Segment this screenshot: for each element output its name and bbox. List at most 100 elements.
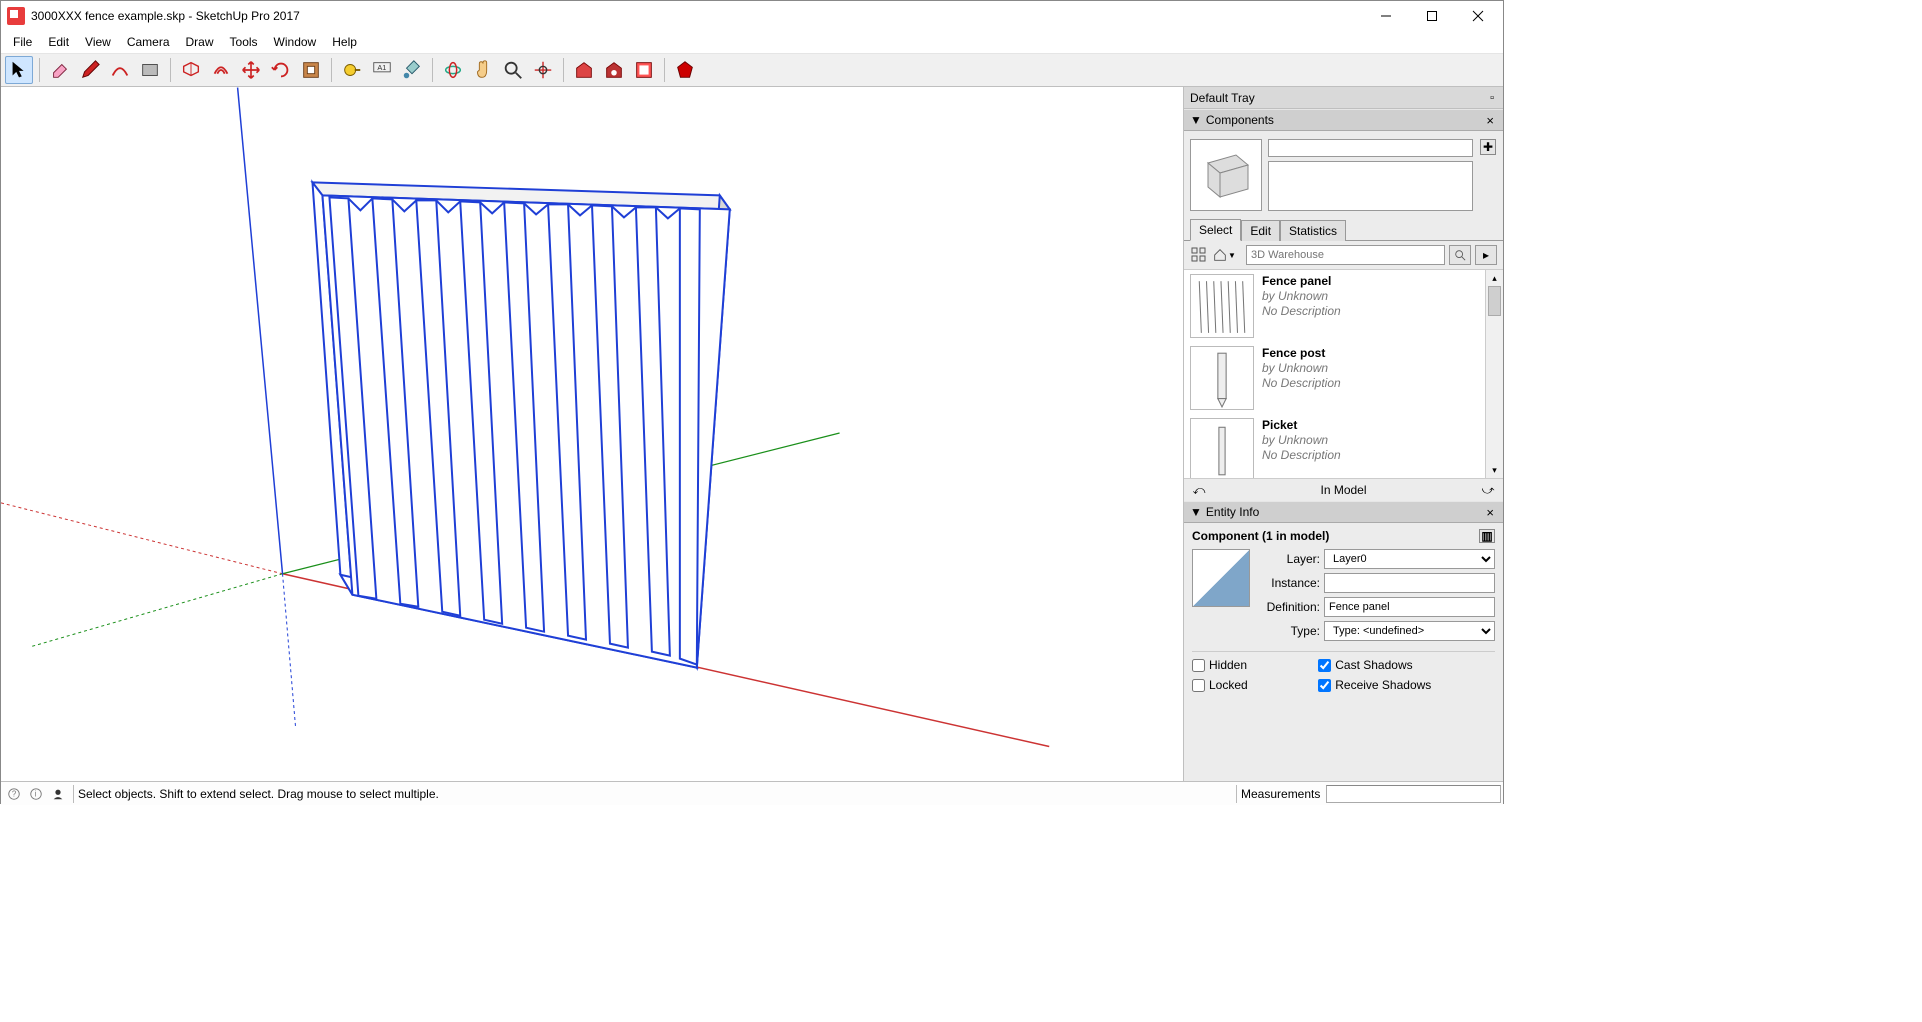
item-name: Picket bbox=[1262, 418, 1479, 433]
search-input[interactable] bbox=[1246, 245, 1445, 265]
toolbar-separator bbox=[170, 58, 171, 82]
scale-tool-button[interactable] bbox=[297, 56, 325, 84]
list-item[interactable]: Fence panel by Unknown No Description bbox=[1184, 270, 1485, 342]
help-icon[interactable]: ? bbox=[3, 783, 25, 805]
select-tool-button[interactable] bbox=[5, 56, 33, 84]
toolbar-separator bbox=[39, 58, 40, 82]
toolbar: A1 bbox=[1, 53, 1503, 87]
maximize-button[interactable] bbox=[1409, 1, 1455, 31]
window-title: 3000XXX fence example.skp - SketchUp Pro… bbox=[31, 9, 1363, 23]
move-tool-button[interactable] bbox=[237, 56, 265, 84]
chevron-down-icon: ▼ bbox=[1190, 113, 1202, 127]
status-hint: Select objects. Shift to extend select. … bbox=[78, 787, 1232, 801]
menu-view[interactable]: View bbox=[77, 33, 119, 51]
nav-label: In Model bbox=[1214, 483, 1473, 497]
model-viewport[interactable] bbox=[1, 87, 1183, 781]
pan-tool-button[interactable] bbox=[469, 56, 497, 84]
menu-camera[interactable]: Camera bbox=[119, 33, 178, 51]
home-dropdown[interactable]: ▼ bbox=[1212, 246, 1242, 264]
item-name: Fence post bbox=[1262, 346, 1479, 361]
type-label: Type: bbox=[1258, 624, 1324, 638]
rotate-tool-button[interactable] bbox=[267, 56, 295, 84]
type-select[interactable]: Type: <undefined> bbox=[1324, 621, 1495, 641]
item-thumb-icon bbox=[1190, 274, 1254, 338]
eraser-tool-button[interactable] bbox=[46, 56, 74, 84]
search-button[interactable] bbox=[1449, 245, 1471, 265]
offset-tool-button[interactable] bbox=[207, 56, 235, 84]
extension-wh-button[interactable] bbox=[600, 56, 628, 84]
cast-shadows-checkbox[interactable]: Cast Shadows bbox=[1318, 658, 1495, 672]
scroll-up-icon[interactable]: ▴ bbox=[1486, 270, 1503, 286]
orbit-tool-button[interactable] bbox=[439, 56, 467, 84]
entity-panel-title: Entity Info bbox=[1206, 505, 1259, 519]
panel-close-icon[interactable]: × bbox=[1483, 505, 1497, 520]
tab-edit[interactable]: Edit bbox=[1241, 220, 1280, 241]
tab-select[interactable]: Select bbox=[1190, 219, 1241, 241]
component-desc-input[interactable] bbox=[1268, 161, 1473, 211]
component-thumbnail bbox=[1190, 139, 1262, 211]
pencil-tool-button[interactable] bbox=[76, 56, 104, 84]
scroll-down-icon[interactable]: ▾ bbox=[1486, 462, 1503, 478]
nav-forward-button[interactable]: ⤻ bbox=[1479, 481, 1497, 499]
hidden-checkbox[interactable]: Hidden bbox=[1192, 658, 1318, 672]
menu-tools[interactable]: Tools bbox=[222, 33, 266, 51]
nav-back-button[interactable]: ⤺ bbox=[1190, 481, 1208, 499]
svg-text:A1: A1 bbox=[377, 63, 386, 72]
text-tool-button[interactable]: A1 bbox=[368, 56, 396, 84]
scroll-thumb[interactable] bbox=[1488, 286, 1501, 316]
measurements-label: Measurements bbox=[1241, 787, 1320, 801]
menu-draw[interactable]: Draw bbox=[178, 33, 222, 51]
pushpull-tool-button[interactable] bbox=[177, 56, 205, 84]
layout-button[interactable] bbox=[630, 56, 658, 84]
app-icon bbox=[7, 7, 25, 25]
svg-text:i: i bbox=[35, 789, 37, 798]
status-bar: ? i Select objects. Shift to extend sele… bbox=[1, 781, 1503, 805]
tray-title: Default Tray bbox=[1190, 91, 1255, 105]
menu-edit[interactable]: Edit bbox=[40, 33, 77, 51]
entity-heading: Component (1 in model) bbox=[1192, 529, 1329, 543]
details-button[interactable]: ▸ bbox=[1475, 245, 1497, 265]
paint-tool-button[interactable] bbox=[398, 56, 426, 84]
tapemeasure-tool-button[interactable] bbox=[338, 56, 366, 84]
toolbar-separator bbox=[664, 58, 665, 82]
list-item[interactable]: Fence post by Unknown No Description bbox=[1184, 342, 1485, 414]
measurements-input[interactable] bbox=[1326, 785, 1501, 803]
menu-bar: File Edit View Camera Draw Tools Window … bbox=[1, 31, 1503, 53]
locked-checkbox[interactable]: Locked bbox=[1192, 678, 1318, 692]
components-panel-header[interactable]: ▼ Components × bbox=[1184, 109, 1503, 131]
entity-panel-header[interactable]: ▼ Entity Info × bbox=[1184, 501, 1503, 523]
components-panel-title: Components bbox=[1206, 113, 1274, 127]
layer-select[interactable]: Layer0 bbox=[1324, 549, 1495, 569]
close-button[interactable] bbox=[1455, 1, 1501, 31]
component-name-input[interactable] bbox=[1268, 139, 1473, 157]
definition-input[interactable] bbox=[1324, 597, 1495, 617]
toolbar-separator bbox=[563, 58, 564, 82]
tab-statistics[interactable]: Statistics bbox=[1280, 220, 1346, 241]
rectangle-tool-button[interactable] bbox=[136, 56, 164, 84]
arc-tool-button[interactable] bbox=[106, 56, 134, 84]
user-icon[interactable] bbox=[47, 783, 69, 805]
zoomextents-tool-button[interactable] bbox=[529, 56, 557, 84]
receive-shadows-checkbox[interactable]: Receive Shadows bbox=[1318, 678, 1495, 692]
item-name: Fence panel bbox=[1262, 274, 1479, 289]
material-swatch[interactable] bbox=[1192, 549, 1250, 607]
info-icon[interactable]: i bbox=[25, 783, 47, 805]
panel-close-icon[interactable]: × bbox=[1483, 113, 1497, 128]
menu-help[interactable]: Help bbox=[324, 33, 365, 51]
ruby-plugin-button[interactable] bbox=[671, 56, 699, 84]
tray-pin-icon[interactable]: ▫ bbox=[1487, 92, 1497, 104]
warehouse-button[interactable] bbox=[570, 56, 598, 84]
menu-window[interactable]: Window bbox=[266, 33, 325, 51]
list-scrollbar[interactable]: ▴ ▾ bbox=[1485, 270, 1503, 478]
definition-label: Definition: bbox=[1258, 600, 1324, 614]
view-options-icon[interactable] bbox=[1190, 246, 1208, 264]
zoom-tool-button[interactable] bbox=[499, 56, 527, 84]
entity-toggle-button[interactable]: ▥ bbox=[1479, 529, 1495, 543]
menu-file[interactable]: File bbox=[5, 33, 40, 51]
chevron-down-icon: ▼ bbox=[1190, 505, 1202, 519]
instance-input[interactable] bbox=[1324, 573, 1495, 593]
component-add-button[interactable]: ✚ bbox=[1480, 139, 1496, 155]
minimize-button[interactable] bbox=[1363, 1, 1409, 31]
svg-text:?: ? bbox=[12, 789, 17, 798]
list-item[interactable]: Picket by Unknown No Description bbox=[1184, 414, 1485, 478]
